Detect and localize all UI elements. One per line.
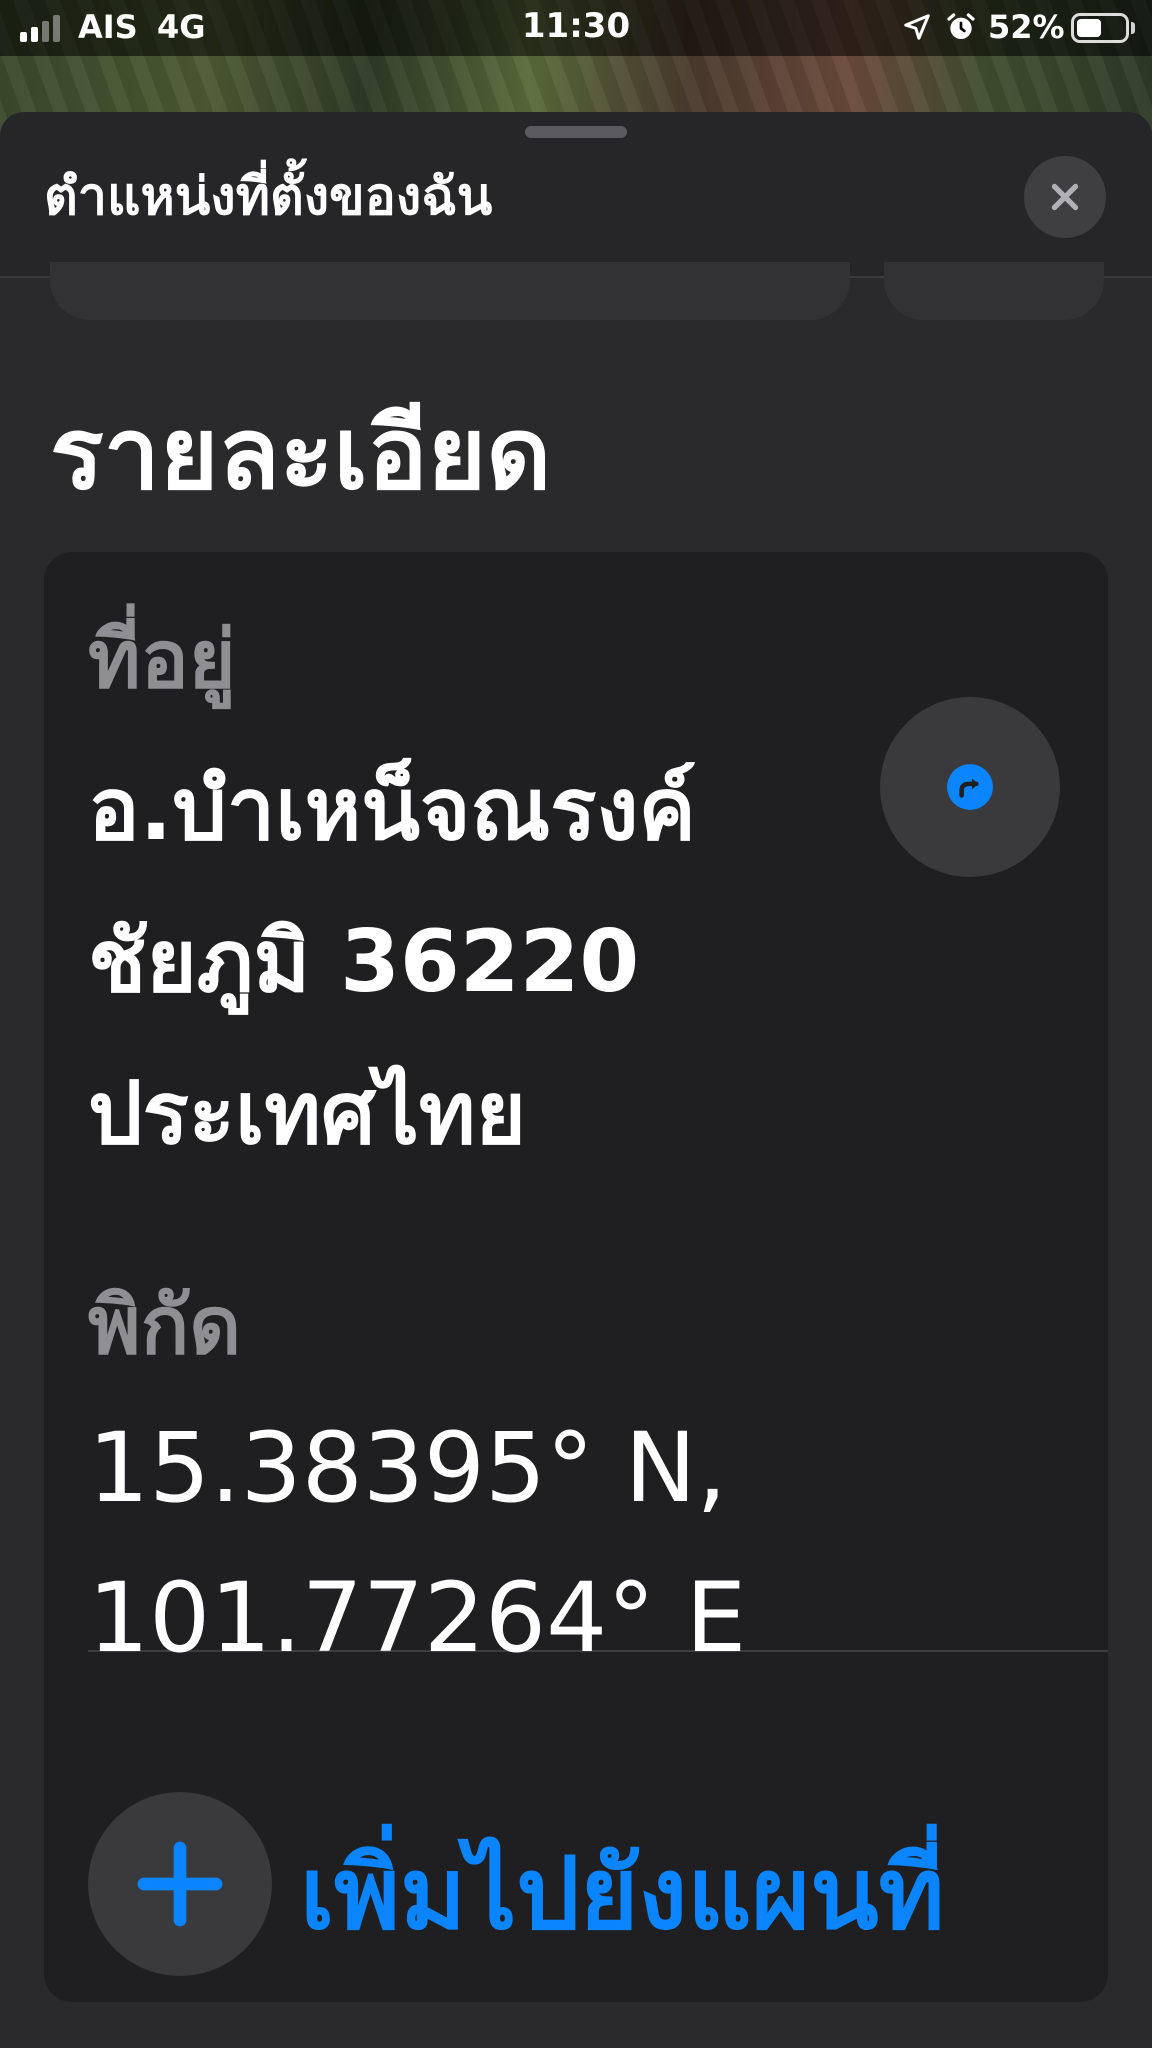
coordinates-label: พิกัด (88, 1279, 242, 1372)
action-button-partial[interactable] (50, 262, 850, 320)
battery-percentage: 52% (988, 8, 1065, 46)
share-address-button[interactable] (880, 697, 1060, 877)
sheet-header: ตำแหน่งที่ตั้งของฉัน (0, 112, 1152, 278)
alarm-clock-icon (947, 13, 975, 39)
coordinates-latitude[interactable]: 15.38395° N, (88, 1412, 727, 1524)
address-line-district[interactable]: อ.บำเหน็จณรงค์ (88, 740, 696, 877)
location-sheet: ตำแหน่งที่ตั้งของฉัน รายละเอียด ที่อยู่ … (0, 112, 1152, 2048)
share-arrow-icon (947, 764, 993, 810)
close-icon (1051, 183, 1079, 211)
close-button[interactable] (1024, 156, 1106, 238)
plus-icon (137, 1841, 223, 1927)
address-label: ที่อยู่ (88, 613, 236, 706)
add-to-map-row[interactable]: เพิ่มไปยังแผนที่ (44, 1762, 1108, 2002)
battery-icon (1071, 13, 1129, 43)
status-bar: AIS 4G 11:30 52% (0, 0, 1152, 56)
battery-cap (1131, 22, 1135, 34)
sheet-grabber-handle[interactable] (525, 126, 627, 138)
add-to-map-label[interactable]: เพิ่มไปยังแผนที่ (300, 1814, 945, 1973)
coordinates-longitude[interactable]: 101.77264° E (88, 1562, 746, 1674)
status-time: 11:30 (521, 6, 631, 46)
add-to-map-button[interactable] (88, 1792, 272, 1976)
sheet-title: ตำแหน่งที่ตั้งของฉัน (44, 167, 493, 227)
action-button-partial-secondary[interactable] (884, 262, 1104, 320)
details-heading: รายละเอียด (50, 395, 552, 512)
location-arrow-icon (904, 14, 930, 40)
address-line-province[interactable]: ชัยภูมิ 36220 (88, 892, 639, 1029)
address-line-country[interactable]: ประเทศไทย (88, 1044, 526, 1181)
